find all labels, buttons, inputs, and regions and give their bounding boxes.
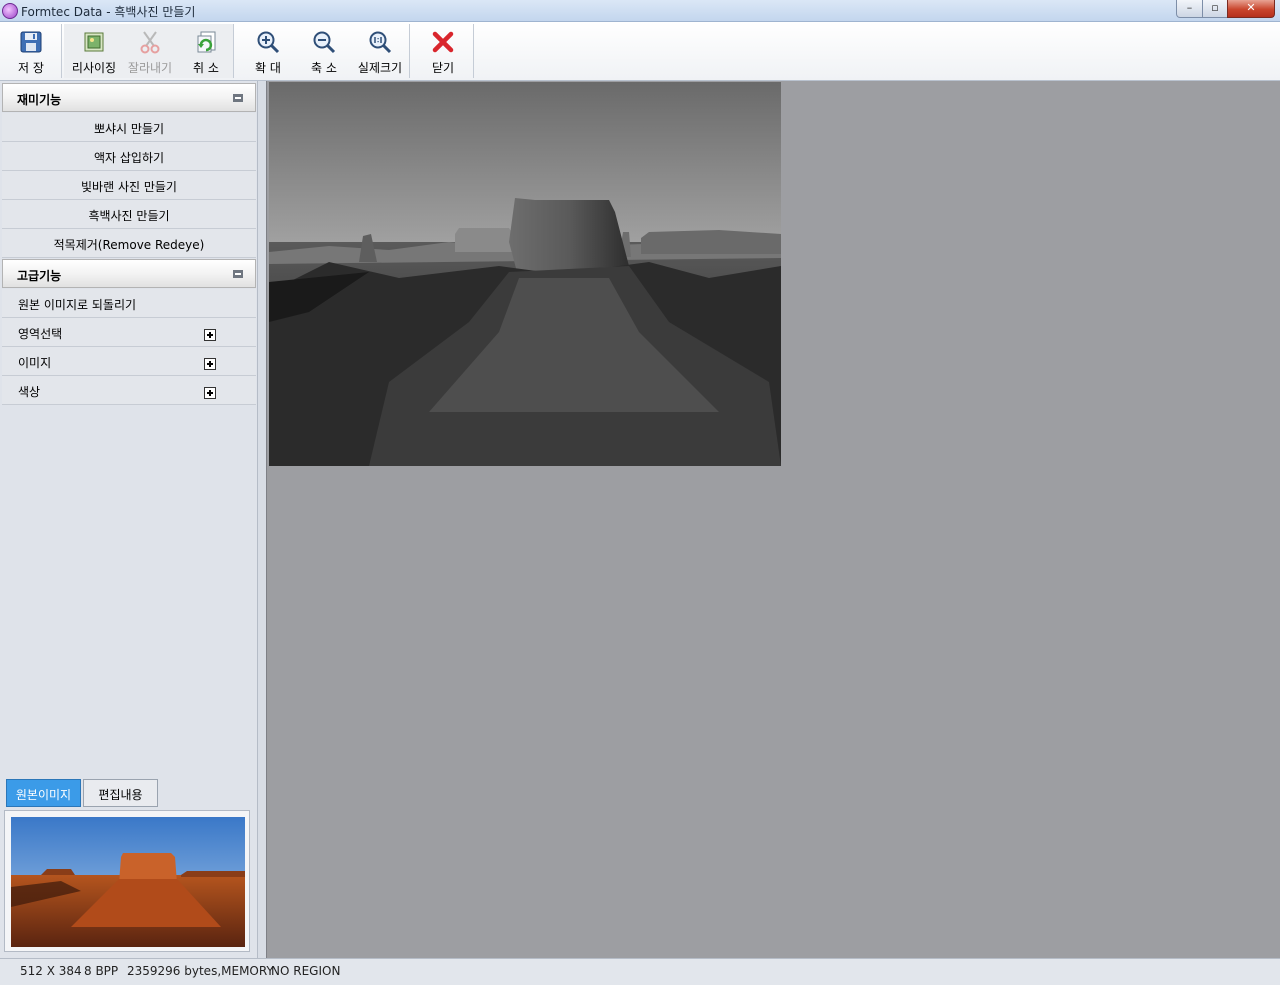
collapse-icon[interactable] — [233, 270, 243, 278]
fun-section-header[interactable]: 재미기능 — [2, 83, 256, 112]
status-region: NO REGION — [271, 964, 341, 978]
floppy-disk-icon — [20, 31, 42, 53]
advanced-section-header[interactable]: 고급기능 — [2, 259, 256, 288]
status-bar: 512 X 384 8 BPP 2359296 bytes,MEMORY NO … — [0, 958, 1280, 985]
cut-button[interactable]: 잘라내기 — [122, 24, 178, 78]
actual-size-icon — [369, 31, 392, 54]
resize-button[interactable]: 리사이징 — [66, 24, 122, 78]
status-memory: 2359296 bytes,MEMORY — [127, 964, 274, 978]
expand-icon[interactable] — [204, 387, 216, 399]
undo-button[interactable]: 취 소 — [178, 24, 234, 78]
toolbar-group-close: 닫기 — [414, 24, 474, 78]
menu-item-color[interactable]: 색상 — [2, 376, 256, 405]
original-thumbnail — [11, 817, 245, 947]
menu-item-insert-frame[interactable]: 액자 삽입하기 — [2, 142, 256, 171]
edited-photo[interactable] — [269, 82, 781, 466]
toolbar: 저 장 리사이징 잘라내기 취 소 확 대 축 소 실제크기 닫기 — [0, 22, 1280, 81]
tab-original-image[interactable]: 원본이미지 — [6, 779, 81, 807]
toolbar-group-view: 확 대 축 소 실제크기 — [238, 24, 410, 78]
image-canvas[interactable] — [266, 81, 1280, 958]
actual-size-button[interactable]: 실제크기 — [350, 24, 410, 78]
window-title: Formtec Data - 흑백사진 만들기 — [21, 5, 196, 19]
collapse-icon[interactable] — [233, 94, 243, 102]
scissors-icon — [140, 31, 160, 54]
expand-icon[interactable] — [204, 329, 216, 341]
app-icon — [2, 3, 18, 19]
zoom-in-button[interactable]: 확 대 — [240, 24, 296, 78]
toolbar-group-file: 저 장 — [2, 24, 62, 78]
menu-item-revert-original[interactable]: 원본 이미지로 되돌리기 — [2, 289, 256, 318]
status-dimensions: 512 X 384 — [20, 964, 82, 978]
close-button[interactable]: 닫기 — [414, 24, 472, 78]
title-bar: Formtec Data - 흑백사진 만들기 – ▫ ✕ — [0, 0, 1280, 22]
menu-item-region-select[interactable]: 영역선택 — [2, 318, 256, 347]
zoom-out-button[interactable]: 축 소 — [296, 24, 352, 78]
menu-item-faded-photo[interactable]: 빛바랜 사진 만들기 — [2, 171, 256, 200]
zoom-out-icon — [313, 31, 336, 54]
status-bpp: 8 BPP — [84, 964, 119, 978]
undo-document-icon — [197, 31, 216, 53]
toolbar-group-edit: 리사이징 잘라내기 취 소 — [64, 24, 234, 78]
menu-item-soft-focus[interactable]: 뽀샤시 만들기 — [2, 113, 256, 142]
red-x-icon — [432, 31, 454, 53]
minimize-button[interactable]: – — [1176, 0, 1203, 18]
menu-item-black-white[interactable]: 흑백사진 만들기 — [2, 200, 256, 229]
original-preview — [4, 810, 250, 952]
zoom-in-icon — [257, 31, 280, 54]
save-button[interactable]: 저 장 — [2, 24, 60, 78]
maximize-button[interactable]: ▫ — [1202, 0, 1228, 18]
menu-item-remove-redeye[interactable]: 적목제거(Remove Redeye) — [2, 229, 256, 258]
left-panel: 재미기능 뽀샤시 만들기 액자 삽입하기 빛바랜 사진 만들기 흑백사진 만들기… — [0, 81, 258, 958]
menu-item-image[interactable]: 이미지 — [2, 347, 256, 376]
expand-icon[interactable] — [204, 358, 216, 370]
resize-image-icon — [84, 32, 104, 52]
tab-edit-history[interactable]: 편집내용 — [83, 779, 158, 807]
close-window-button[interactable]: ✕ — [1227, 0, 1275, 18]
